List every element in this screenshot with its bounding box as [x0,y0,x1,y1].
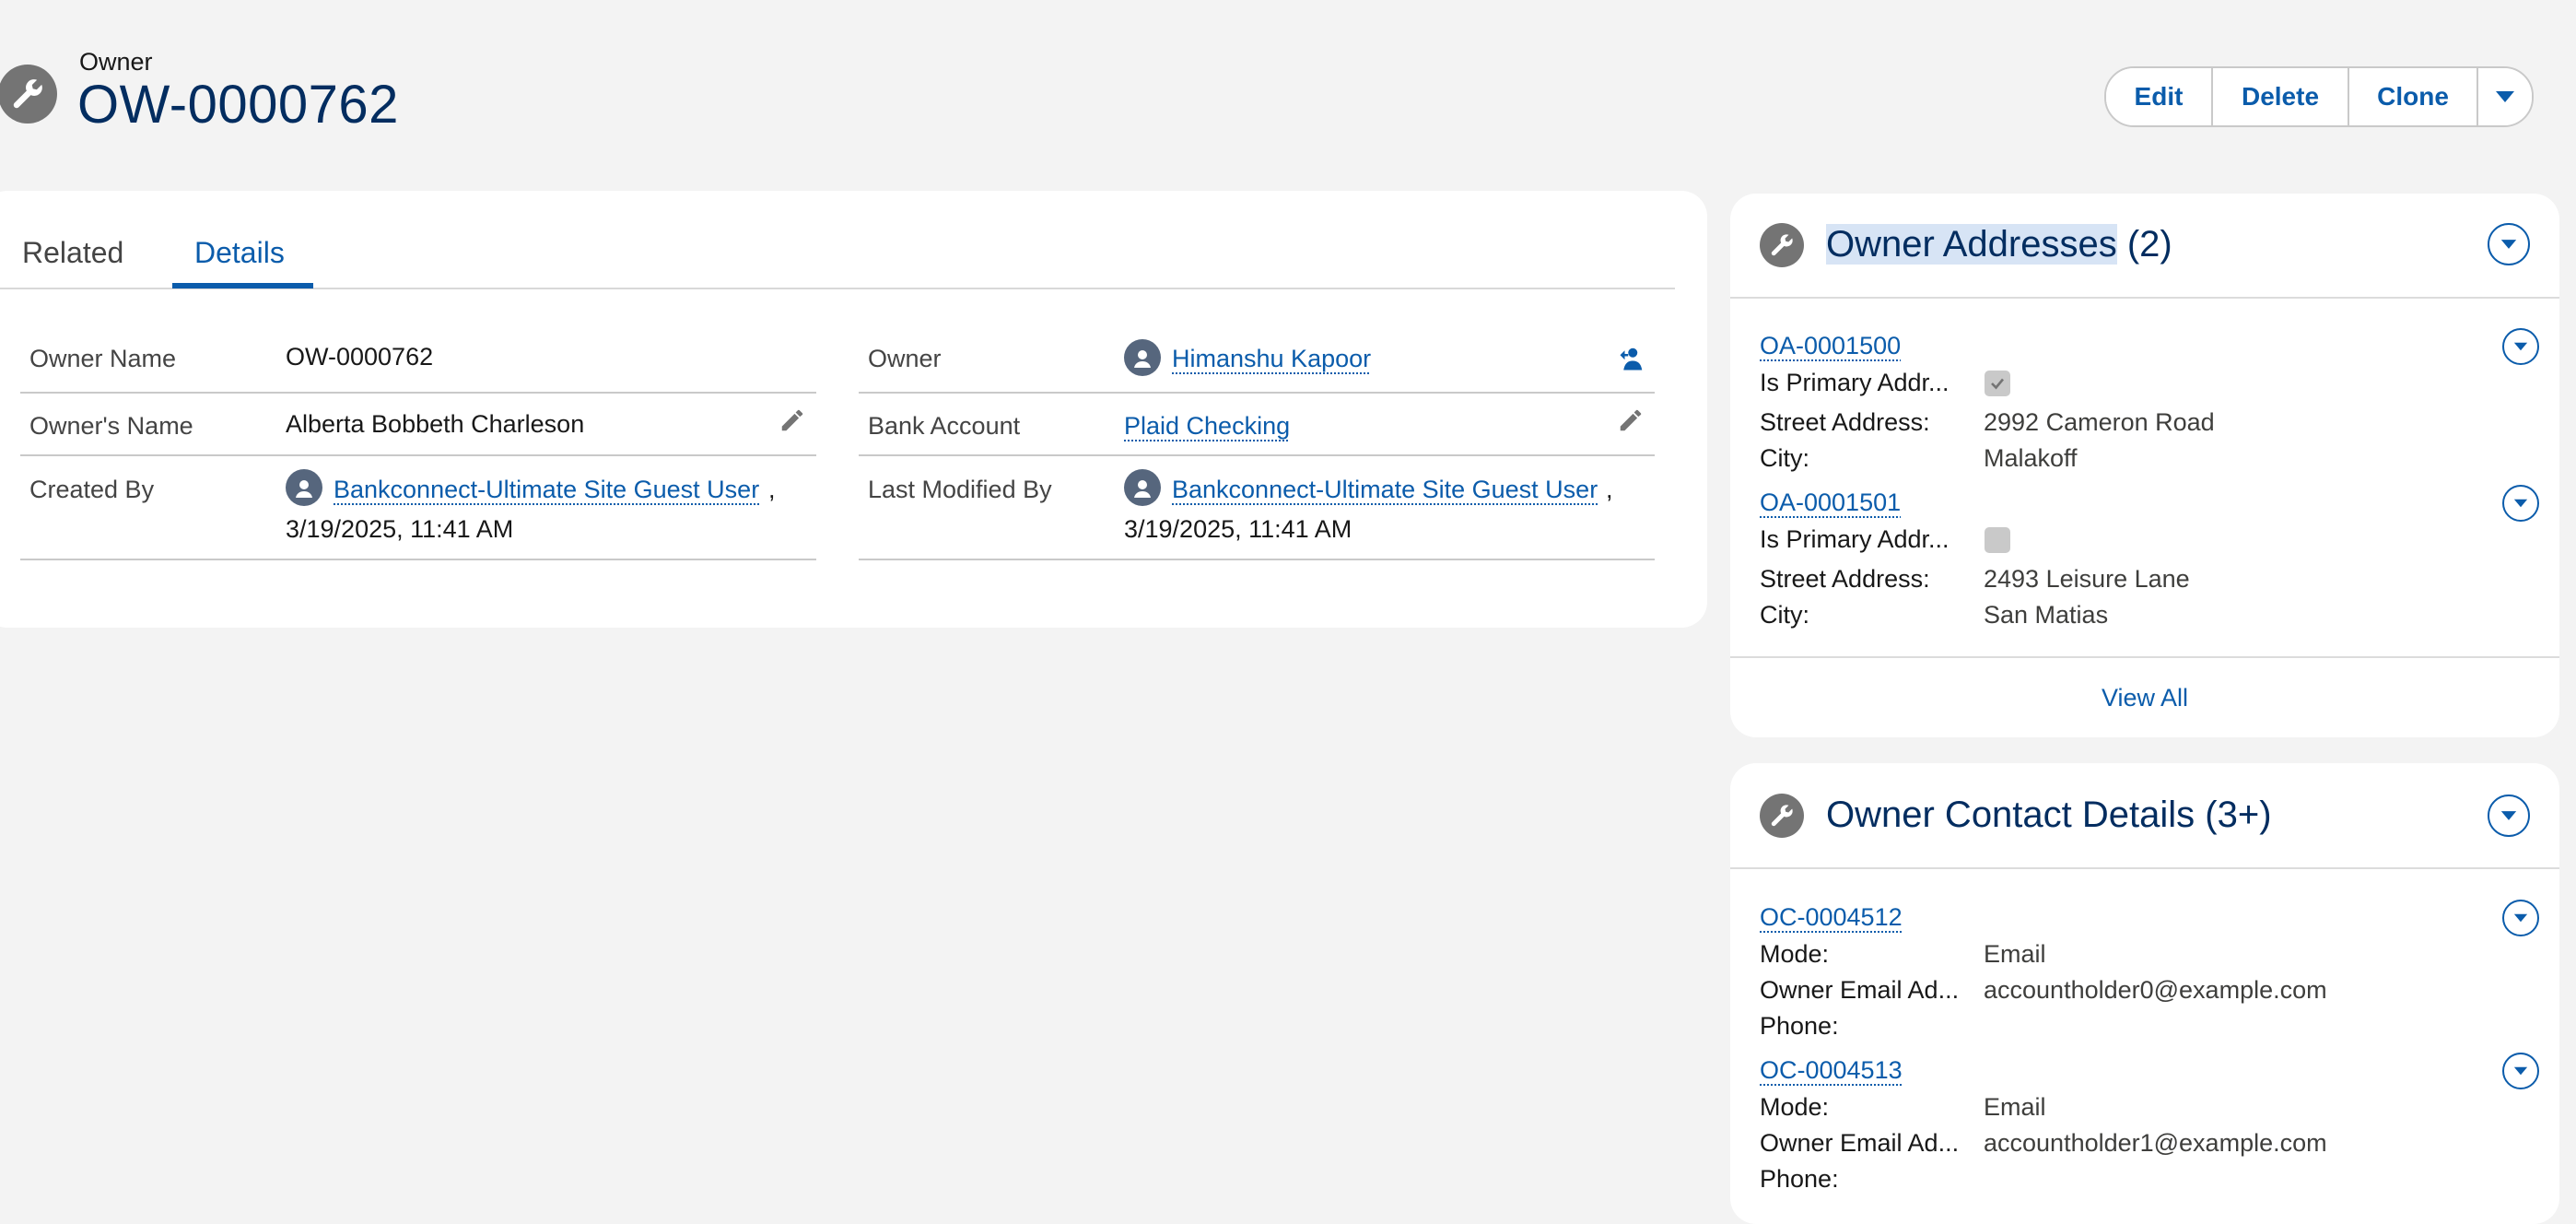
street-address-value: 2493 Leisure Lane [1984,565,2190,593]
edit-button[interactable]: Edit [2106,68,2213,125]
owner-contact-details-count: (3+) [2205,794,2272,835]
last-modified-by-label: Last Modified By [868,476,1052,503]
contact-record-link[interactable]: OC-0004513 [1760,1056,1903,1085]
mode-label: Mode: [1760,940,1830,968]
address-record-link[interactable]: OA-0001500 [1760,332,1901,360]
change-owner-icon[interactable] [1618,345,1645,372]
clone-button[interactable]: Clone [2349,68,2478,125]
contact-record-link[interactable]: OC-0004512 [1760,903,1903,932]
user-avatar-icon [1124,469,1161,506]
owner-user-link[interactable]: Himanshu Kapoor [1172,345,1371,373]
is-primary-label: Is Primary Addr... [1760,525,1950,553]
owner-name-value: OW-0000762 [286,343,434,371]
wrench-icon [1771,234,1793,256]
owner-email-label: Owner Email Ad... [1760,1129,1960,1157]
edit-pencil-icon[interactable] [1617,406,1645,434]
card-header-divider [1730,867,2559,869]
field-divider [859,559,1655,560]
last-modified-user-link[interactable]: Bankconnect-Ultimate Site Guest User [1172,476,1598,504]
record-title: OW-0000762 [77,75,399,135]
is-primary-checkbox [1985,371,2010,396]
tab-active-indicator [172,283,313,288]
user-avatar-icon [286,469,322,506]
field-divider [20,392,816,394]
bank-account-label: Bank Account [868,412,1021,440]
chevron-down-icon [2513,1066,2528,1076]
chevron-down-icon [2513,913,2528,923]
mode-label: Mode: [1760,1093,1830,1121]
edit-pencil-icon[interactable] [779,406,806,434]
card-footer-divider [1730,656,2559,658]
delete-button[interactable]: Delete [2213,68,2349,125]
bank-account-link[interactable]: Plaid Checking [1124,412,1290,441]
phone-label: Phone: [1760,1012,1839,1040]
owners-name-value: Alberta Bobbeth Charleson [286,410,585,438]
city-value: San Matias [1984,601,2109,629]
field-divider [20,559,816,560]
record-actions: Edit Delete Clone [2104,66,2534,127]
owner-addresses-count: (2) [2126,224,2172,265]
owner-email-label: Owner Email Ad... [1760,976,1960,1004]
checkmark-icon [1991,378,2005,390]
owner-address-icon [1760,223,1804,267]
owner-contacts-menu-button[interactable] [2488,794,2530,837]
wrench-icon [1771,805,1793,827]
phone-label: Phone: [1760,1165,1839,1193]
owner-contact-icon [1760,794,1804,838]
mode-value: Email [1984,1093,2046,1121]
chevron-down-icon [2513,499,2528,508]
created-by-label: Created By [29,476,155,503]
created-by-user-link[interactable]: Bankconnect-Ultimate Site Guest User [334,476,759,504]
owners-name-label: Owner's Name [29,412,193,440]
more-actions-button[interactable] [2478,68,2532,125]
owner-addresses-title-text[interactable]: Owner Addresses [1826,224,2117,265]
view-all-link[interactable]: View All [1730,684,2559,712]
address-record-link[interactable]: OA-0001501 [1760,488,1901,517]
is-primary-label: Is Primary Addr... [1760,369,1950,396]
user-avatar-icon [1124,339,1161,376]
field-divider [859,454,1655,456]
comma-separator: , [768,476,776,503]
city-value: Malakoff [1984,444,2078,472]
last-modified-date: 3/19/2025, 11:41 AM [1124,515,1352,543]
owner-addresses-title[interactable]: Owner Addresses (2) [1826,224,2172,265]
contact-row-menu-button[interactable] [2502,900,2539,936]
contact-row-menu-button[interactable] [2502,1053,2539,1089]
owner-email-value: accountholder1@example.com [1984,1129,2327,1157]
owner-contact-details-title-text[interactable]: Owner Contact Details [1826,794,2195,835]
owner-contact-details-title[interactable]: Owner Contact Details (3+) [1826,794,2272,836]
is-primary-checkbox [1985,527,2010,553]
chevron-down-icon [2513,342,2528,351]
created-by-date: 3/19/2025, 11:41 AM [286,515,514,543]
tab-details[interactable]: Details [194,236,285,270]
field-divider [859,392,1655,394]
address-row-menu-button[interactable] [2502,328,2539,365]
owner-label: Owner [868,345,942,372]
object-type-label: Owner [79,48,153,76]
city-label: City: [1760,444,1809,472]
owner-email-value: accountholder0@example.com [1984,976,2327,1004]
chevron-down-icon [2500,811,2517,820]
wrench-icon [13,79,42,109]
owner-name-label: Owner Name [29,345,177,372]
chevron-down-icon [2500,240,2517,249]
owner-object-icon [0,65,57,124]
street-address-label: Street Address: [1760,565,1930,593]
comma-separator: , [1606,476,1613,503]
street-address-value: 2992 Cameron Road [1984,408,2215,436]
address-row-menu-button[interactable] [2502,485,2539,522]
mode-value: Email [1984,940,2046,968]
street-address-label: Street Address: [1760,408,1930,436]
chevron-down-icon [2496,91,2514,102]
city-label: City: [1760,601,1809,629]
card-header-divider [1730,297,2559,299]
field-divider [20,454,816,456]
tab-related[interactable]: Related [22,236,123,270]
owner-addresses-menu-button[interactable] [2488,223,2530,265]
